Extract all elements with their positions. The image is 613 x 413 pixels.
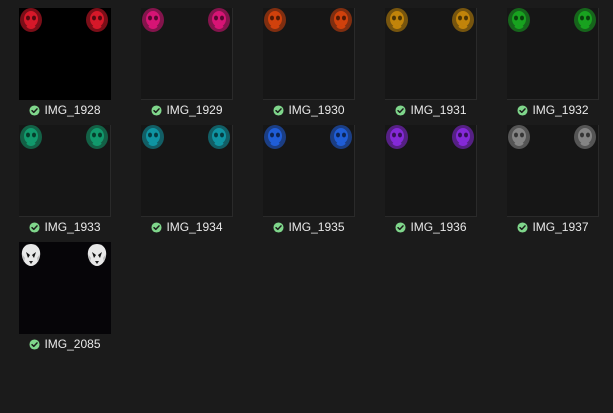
- image-thumbnail[interactable]: [507, 8, 599, 100]
- check-circle-icon: [517, 104, 529, 116]
- mask-shape-left: [21, 244, 41, 266]
- image-thumbnail[interactable]: [263, 8, 355, 100]
- file-name: IMG_1935: [288, 220, 345, 234]
- file-tile[interactable]: IMG_1935: [263, 117, 355, 235]
- image-thumbnail[interactable]: [141, 125, 233, 217]
- mask-shape-left: [386, 8, 408, 32]
- file-tile[interactable]: IMG_1931: [385, 0, 477, 118]
- file-caption[interactable]: IMG_1932: [507, 102, 599, 118]
- file-tile[interactable]: IMG_2085: [19, 234, 111, 352]
- check-circle-icon: [29, 104, 41, 116]
- file-caption[interactable]: IMG_1935: [263, 219, 355, 235]
- file-name: IMG_1928: [44, 103, 101, 117]
- file-tile[interactable]: IMG_1933: [19, 117, 111, 235]
- mask-shape-left: [20, 8, 42, 32]
- mask-shape-left: [386, 125, 408, 149]
- file-tile[interactable]: IMG_1929: [141, 0, 233, 118]
- check-circle-icon: [273, 104, 285, 116]
- check-circle-icon: [395, 104, 407, 116]
- check-circle-icon: [517, 221, 529, 233]
- mask-shape-right: [330, 8, 352, 32]
- mask-shape-right: [86, 8, 108, 32]
- file-caption[interactable]: IMG_1937: [507, 219, 599, 235]
- file-tile[interactable]: IMG_1937: [507, 117, 599, 235]
- file-name: IMG_2085: [44, 337, 101, 351]
- file-name: IMG_1933: [44, 220, 101, 234]
- file-name: IMG_1930: [288, 103, 345, 117]
- image-thumbnail[interactable]: [385, 125, 477, 217]
- file-name: IMG_1934: [166, 220, 223, 234]
- image-thumbnail[interactable]: [19, 8, 111, 100]
- image-thumbnail[interactable]: [19, 242, 111, 334]
- file-tile[interactable]: IMG_1936: [385, 117, 477, 235]
- file-caption[interactable]: IMG_2085: [19, 336, 111, 352]
- file-caption[interactable]: IMG_1929: [141, 102, 233, 118]
- mask-shape-right: [452, 125, 474, 149]
- file-name: IMG_1936: [410, 220, 467, 234]
- image-thumbnail[interactable]: [19, 125, 111, 217]
- file-caption[interactable]: IMG_1934: [141, 219, 233, 235]
- file-tile[interactable]: IMG_1934: [141, 117, 233, 235]
- file-name: IMG_1929: [166, 103, 223, 117]
- mask-shape-left: [20, 125, 42, 149]
- thumbnail-grid: IMG_1928 IMG_1929 IMG_1930 IMG_1931 IMG_1932…: [0, 0, 613, 413]
- file-tile[interactable]: IMG_1928: [19, 0, 111, 118]
- check-circle-icon: [395, 221, 407, 233]
- mask-shape-left: [508, 8, 530, 32]
- image-thumbnail[interactable]: [385, 8, 477, 100]
- file-caption[interactable]: IMG_1933: [19, 219, 111, 235]
- file-name: IMG_1931: [410, 103, 467, 117]
- mask-shape-right: [574, 125, 596, 149]
- file-tile[interactable]: IMG_1930: [263, 0, 355, 118]
- file-caption[interactable]: IMG_1936: [385, 219, 477, 235]
- file-caption[interactable]: IMG_1931: [385, 102, 477, 118]
- file-caption[interactable]: IMG_1928: [19, 102, 111, 118]
- mask-shape-left: [142, 125, 164, 149]
- image-thumbnail[interactable]: [507, 125, 599, 217]
- mask-shape-left: [264, 8, 286, 32]
- image-thumbnail[interactable]: [263, 125, 355, 217]
- mask-shape-right: [330, 125, 352, 149]
- check-circle-icon: [29, 221, 41, 233]
- mask-shape-right: [208, 125, 230, 149]
- file-tile[interactable]: IMG_1932: [507, 0, 599, 118]
- mask-shape-left: [264, 125, 286, 149]
- mask-shape-right: [574, 8, 596, 32]
- file-caption[interactable]: IMG_1930: [263, 102, 355, 118]
- image-thumbnail[interactable]: [141, 8, 233, 100]
- check-circle-icon: [151, 221, 163, 233]
- mask-shape-left: [508, 125, 530, 149]
- mask-shape-left: [142, 8, 164, 32]
- check-circle-icon: [29, 338, 41, 350]
- check-circle-icon: [151, 104, 163, 116]
- mask-shape-right: [452, 8, 474, 32]
- mask-shape-right: [86, 125, 108, 149]
- mask-shape-right: [87, 244, 107, 266]
- file-name: IMG_1932: [532, 103, 589, 117]
- check-circle-icon: [273, 221, 285, 233]
- mask-shape-right: [208, 8, 230, 32]
- file-name: IMG_1937: [532, 220, 589, 234]
